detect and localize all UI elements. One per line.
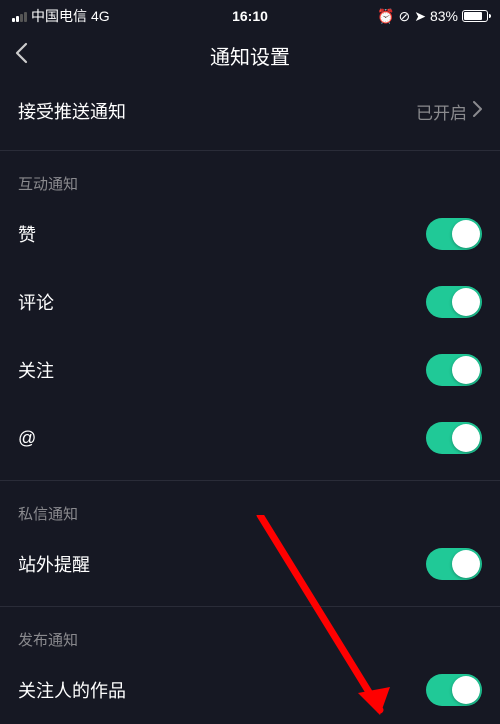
- section-header-publish: 发布通知: [0, 606, 500, 656]
- push-value: 已开启: [416, 99, 467, 124]
- push-value-group: 已开启: [416, 99, 482, 124]
- back-button[interactable]: [14, 40, 28, 71]
- page-title: 通知设置: [210, 41, 290, 70]
- orientation-lock-icon: ⊘: [399, 8, 411, 25]
- push-label: 接受推送通知: [18, 98, 126, 124]
- network-label: 4G: [91, 8, 110, 24]
- carrier-label: 中国电信: [31, 6, 87, 26]
- row-follow: 关注: [0, 336, 500, 404]
- section-header-interaction: 互动通知: [0, 150, 500, 200]
- row-label: 赞: [18, 221, 36, 247]
- nav-bar: 通知设置: [0, 30, 500, 80]
- status-right: ⏰ ⊘ ➤ 83%: [377, 8, 488, 25]
- clock-label: 16:10: [232, 8, 268, 24]
- signal-icon: [12, 10, 27, 22]
- row-label: @: [18, 428, 36, 449]
- chevron-right-icon: [473, 101, 482, 122]
- toggle-follow[interactable]: [426, 354, 482, 386]
- row-like: 赞: [0, 200, 500, 268]
- alarm-icon: ⏰: [377, 8, 394, 25]
- toggle-comment[interactable]: [426, 286, 482, 318]
- row-label: 关注: [18, 357, 54, 383]
- push-notification-row[interactable]: 接受推送通知 已开启: [0, 80, 500, 142]
- row-followed-works: 关注人的作品: [0, 656, 500, 724]
- row-external-reminder: 站外提醒: [0, 530, 500, 598]
- toggle-like[interactable]: [426, 218, 482, 250]
- battery-percent: 83%: [430, 8, 458, 24]
- location-icon: ➤: [414, 8, 426, 25]
- status-bar: 中国电信 4G 16:10 ⏰ ⊘ ➤ 83%: [0, 0, 500, 30]
- row-label: 评论: [18, 289, 54, 315]
- status-left: 中国电信 4G: [12, 6, 110, 26]
- chevron-left-icon: [14, 42, 28, 64]
- row-comment: 评论: [0, 268, 500, 336]
- row-mention: @: [0, 404, 500, 472]
- toggle-followed-works[interactable]: [426, 674, 482, 706]
- row-label: 站外提醒: [18, 551, 90, 577]
- battery-icon: [462, 10, 488, 22]
- row-label: 关注人的作品: [18, 677, 126, 703]
- section-header-dm: 私信通知: [0, 480, 500, 530]
- toggle-external-reminder[interactable]: [426, 548, 482, 580]
- toggle-mention[interactable]: [426, 422, 482, 454]
